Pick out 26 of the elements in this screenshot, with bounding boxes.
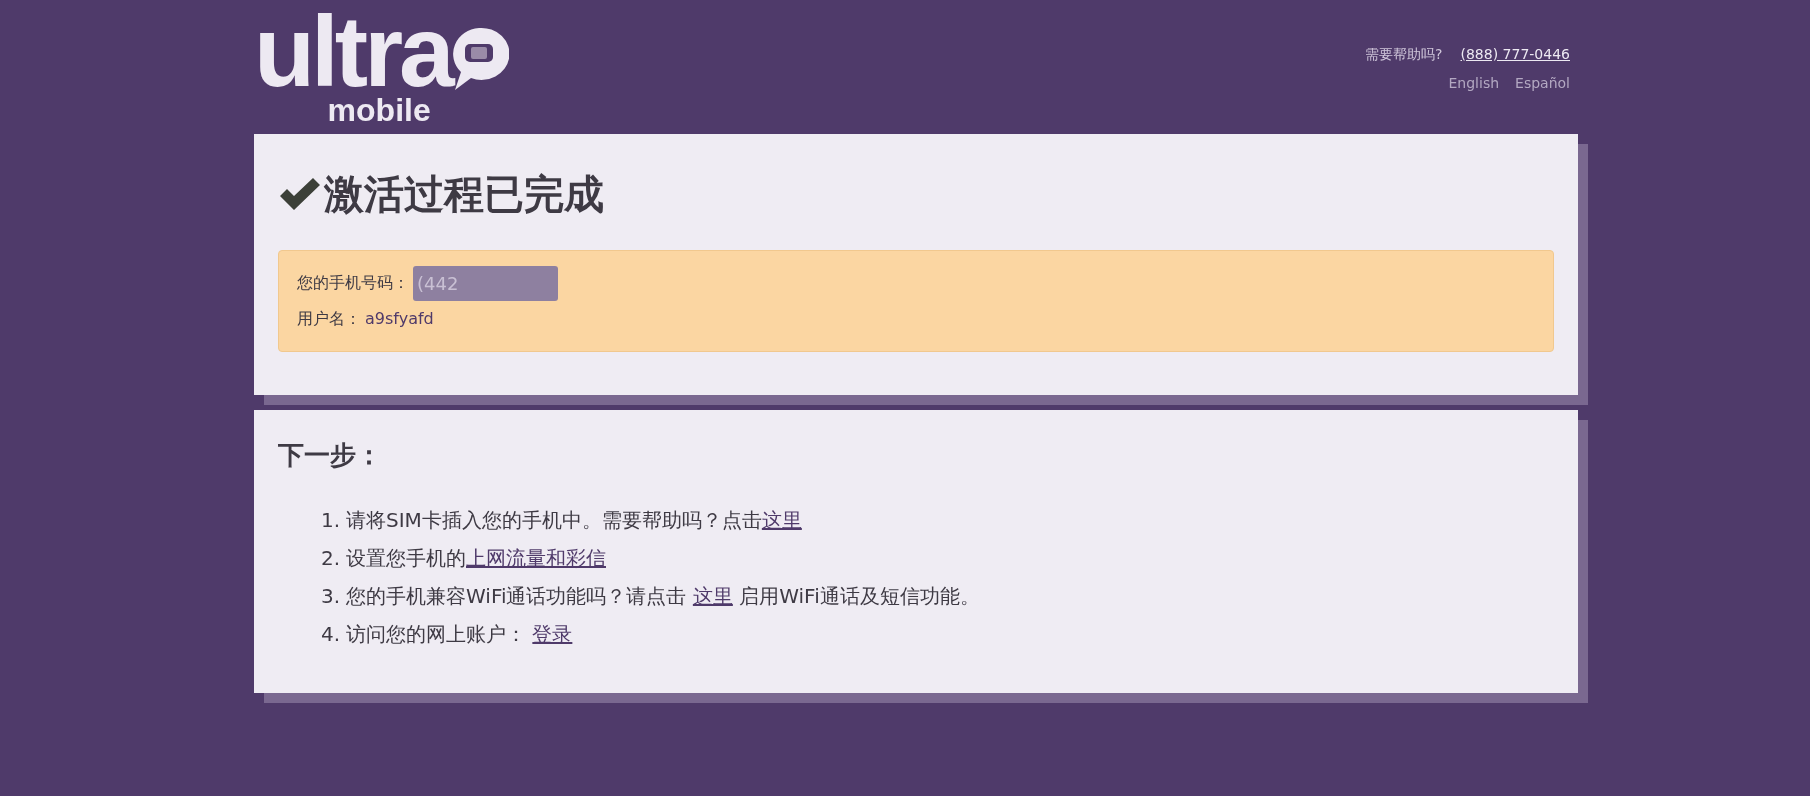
field-label: 用户名： bbox=[297, 308, 361, 330]
step-text: 您的手机兼容WiFi通话功能吗？请点击 bbox=[346, 583, 688, 610]
language-link[interactable]: English bbox=[1448, 73, 1500, 94]
step-number: 3. bbox=[319, 583, 340, 610]
language-link[interactable]: Español bbox=[1515, 73, 1570, 94]
step-text: 访问您的网上账户： bbox=[346, 621, 527, 648]
step-number: 2. bbox=[319, 545, 340, 572]
help-text: 需要帮助吗? bbox=[1365, 45, 1443, 64]
step-text: 设置您手机的 bbox=[346, 545, 466, 572]
logo-subtitle: mobile bbox=[327, 94, 431, 126]
step-link[interactable]: 这里 bbox=[692, 577, 733, 615]
field-value: a9sfyafd bbox=[365, 308, 434, 330]
step-number: 4. bbox=[319, 621, 340, 648]
step-text: 请将SIM卡插入您的手机中。需要帮助吗？点击 bbox=[346, 507, 762, 534]
step-link[interactable]: 这里 bbox=[761, 501, 802, 539]
page-title: 激活过程已完成 bbox=[324, 170, 604, 219]
section-heading: 下一步： bbox=[278, 439, 383, 472]
phone-link[interactable]: (888) 777-0446 bbox=[1460, 44, 1570, 65]
field-label: 您的手机号码： bbox=[297, 272, 409, 294]
step-number: 1. bbox=[319, 507, 340, 534]
step-link[interactable]: 上网流量和彩信 bbox=[466, 539, 606, 577]
logo-wordmark: ultra bbox=[254, 8, 451, 94]
redacted-value: (442 bbox=[413, 265, 559, 301]
step-link[interactable]: 登录 bbox=[532, 615, 573, 653]
checkmark-icon bbox=[278, 176, 322, 212]
step-text: 启用WiFi通话及短信功能。 bbox=[738, 583, 980, 610]
